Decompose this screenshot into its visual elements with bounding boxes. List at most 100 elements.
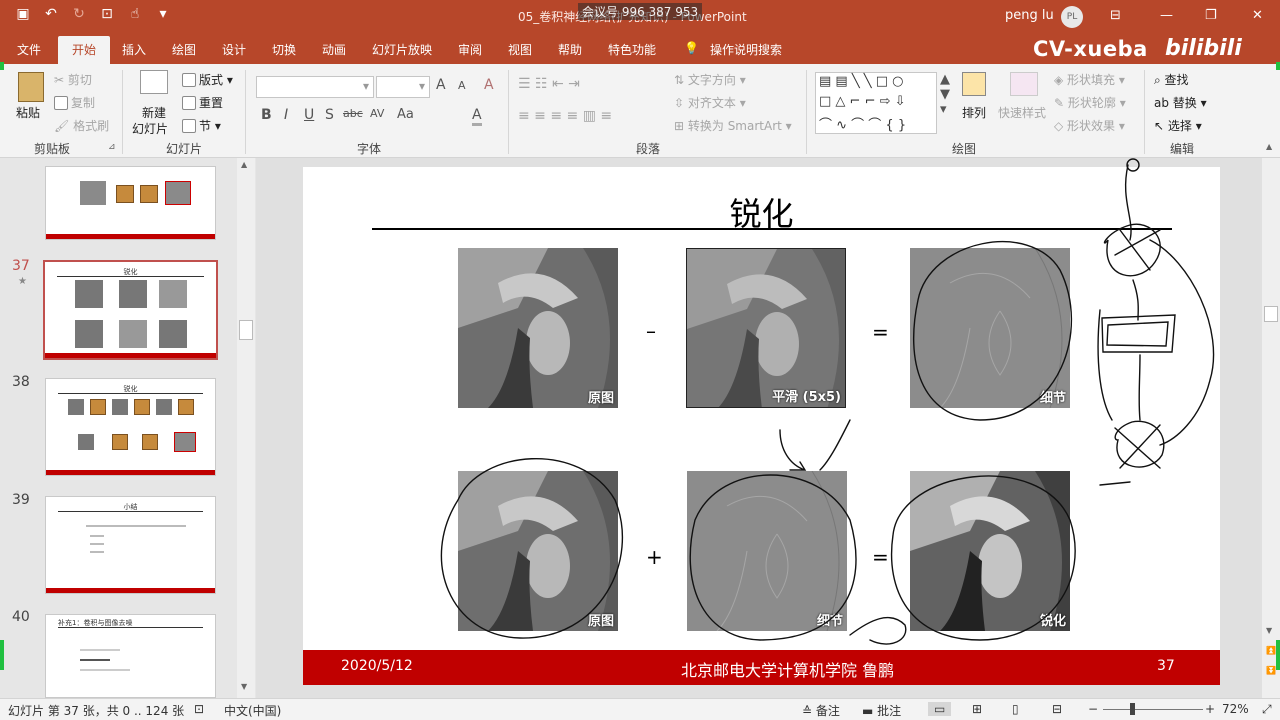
thumbnail-slide-36[interactable]	[45, 166, 216, 240]
tab-features[interactable]: 特色功能	[608, 41, 656, 58]
tab-help[interactable]: 帮助	[558, 41, 582, 58]
font-color-button[interactable]: A	[472, 107, 482, 126]
char-spacing-button[interactable]: AV	[370, 107, 384, 120]
font-size-select[interactable]: ▾	[376, 76, 430, 98]
touch-icon[interactable]: ☝	[126, 6, 144, 22]
select-button[interactable]: ↖ 选择 ▾	[1154, 117, 1202, 134]
scroll-up-icon[interactable]: ▲	[241, 160, 247, 169]
normal-view-icon[interactable]: ▭	[928, 702, 952, 716]
close-icon[interactable]: ✕	[1252, 8, 1263, 23]
paste-icon[interactable]	[18, 72, 44, 102]
section-button[interactable]: 节 ▾	[182, 117, 221, 134]
minimize-icon[interactable]: —	[1160, 8, 1173, 23]
user-name[interactable]: peng lu	[1005, 8, 1054, 23]
ribbon-display-icon[interactable]: ⊟	[1110, 8, 1121, 23]
tab-transitions[interactable]: 切换	[272, 41, 296, 58]
shadow-button[interactable]: S	[325, 107, 334, 123]
replace-button[interactable]: ab 替换 ▾	[1154, 94, 1207, 111]
clear-format-button[interactable]: A	[484, 77, 494, 93]
reading-view-icon[interactable]: ▯	[1012, 702, 1019, 716]
scroll-down-icon[interactable]: ▼	[1266, 626, 1272, 635]
tab-slideshow[interactable]: 幻灯片放映	[372, 41, 432, 58]
bullets-icon[interactable]: ☰ ☷ ⇤ ⇥	[518, 76, 580, 92]
new-slide-icon[interactable]	[140, 70, 168, 94]
format-painter-button[interactable]: 🖌 格式刷	[54, 117, 109, 134]
scroll-down-icon[interactable]: ▼	[241, 682, 247, 691]
tab-insert[interactable]: 插入	[122, 41, 146, 58]
shape-fill-button[interactable]: ◈ 形状填充 ▾	[1054, 71, 1125, 88]
scroll-up-icon[interactable]: ▲	[1266, 142, 1272, 151]
bold-button[interactable]: B	[261, 107, 272, 123]
quick-styles-button[interactable]: 快速样式	[998, 104, 1046, 121]
next-slide-icon[interactable]: ⏬	[1266, 666, 1276, 675]
font-family-select[interactable]: ▾	[256, 76, 374, 98]
zoom-level[interactable]: 72%	[1222, 702, 1249, 716]
thumbnail-scrollbar[interactable]: ▲ ▼	[237, 158, 255, 698]
spellcheck-icon[interactable]: ⊡	[194, 702, 204, 716]
scrollbar-thumb[interactable]	[1264, 306, 1278, 322]
language-indicator[interactable]: 中文(中国)	[224, 702, 281, 719]
gallery-scroll-icon[interactable]: ▲ ▼ ▾	[940, 72, 950, 117]
present-icon[interactable]: ⊡	[98, 6, 116, 22]
shrink-font-button[interactable]: A	[458, 79, 466, 92]
zoom-slider-thumb[interactable]	[1130, 703, 1135, 715]
slide-counter[interactable]: 幻灯片 第 37 张，共 0 .. 124 张	[8, 702, 184, 719]
copy-button[interactable]: 复制	[54, 94, 95, 111]
slideshow-icon[interactable]: ⊟	[1052, 702, 1062, 716]
tell-me-search[interactable]: 操作说明搜索	[710, 41, 782, 58]
tab-home[interactable]: 开始	[58, 36, 111, 64]
align-text-button[interactable]: ⇳ 对齐文本 ▾	[674, 94, 746, 111]
dialog-launcher-icon[interactable]: ⊿	[108, 142, 116, 152]
grow-font-button[interactable]: A	[436, 77, 446, 93]
zoom-out-icon[interactable]: −	[1088, 702, 1098, 716]
smartart-button[interactable]: ⊞ 转换为 SmartArt ▾	[674, 117, 792, 134]
thumbnail-slide-39[interactable]: 小结	[45, 496, 216, 594]
paste-button[interactable]: 粘贴	[16, 104, 40, 121]
detail-image-2[interactable]: 细节	[687, 471, 847, 631]
strikethrough-button[interactable]: abc	[343, 107, 363, 120]
align-icons[interactable]: ≡ ≡ ≡ ≡ ▥ ≡	[518, 108, 612, 124]
canvas-scrollbar[interactable]: ▲ ▼ ⏫ ⏬	[1262, 142, 1280, 698]
tab-view[interactable]: 视图	[508, 41, 532, 58]
thumbnail-slide-38[interactable]: 锐化	[45, 378, 216, 476]
quick-styles-icon[interactable]	[1010, 72, 1038, 96]
find-button[interactable]: ⌕ 查找	[1154, 71, 1189, 88]
thumbnail-slide-37[interactable]: 锐化	[43, 260, 218, 360]
avatar[interactable]: PL	[1061, 6, 1083, 28]
zoom-in-icon[interactable]: +	[1205, 702, 1215, 716]
new-slide-dropdown[interactable]: 幻灯片	[132, 120, 168, 137]
new-slide-button[interactable]: 新建	[142, 104, 166, 121]
shapes-gallery[interactable]: ▤ ▤ ╲ ╲ □ ○ □ △ ⌐ ⌐ ⇨ ⇩ ⌒ ∿ ⌒ ⌒ { }	[815, 72, 937, 134]
change-case-button[interactable]: Aa	[397, 107, 414, 122]
comments-button[interactable]: ▬ 批注	[862, 702, 901, 719]
shape-effects-button[interactable]: ◇ 形状效果 ▾	[1054, 117, 1125, 134]
italic-button[interactable]: I	[284, 107, 288, 123]
restore-icon[interactable]: ❐	[1205, 8, 1217, 23]
reset-button[interactable]: 重置	[182, 94, 223, 111]
underline-button[interactable]: U	[304, 107, 314, 123]
tab-design[interactable]: 设计	[222, 41, 246, 58]
tab-animations[interactable]: 动画	[322, 41, 346, 58]
scrollbar-thumb[interactable]	[239, 320, 253, 340]
fit-to-window-icon[interactable]: ⤢	[1262, 702, 1272, 717]
redo-icon[interactable]: ↻	[70, 6, 88, 22]
sharpened-image[interactable]: 锐化	[910, 471, 1070, 631]
smoothed-image[interactable]: 平滑 (5x5)	[686, 248, 846, 408]
detail-image[interactable]: 细节	[910, 248, 1070, 408]
original-image[interactable]: 原图	[458, 248, 618, 408]
shape-outline-button[interactable]: ✎ 形状轮廓 ▾	[1054, 94, 1126, 111]
arrange-button[interactable]: 排列	[962, 104, 986, 121]
layout-button[interactable]: 版式 ▾	[182, 71, 233, 88]
slide[interactable]: 锐化 原图 – 平滑 (5x5) = 细节 原图 + 细节 = 锐化 2020/…	[303, 167, 1220, 685]
zoom-slider[interactable]	[1103, 709, 1203, 710]
cut-button[interactable]: ✂ 剪切	[54, 71, 92, 88]
tab-file[interactable]: 文件	[17, 41, 41, 58]
slide-sorter-icon[interactable]: ⊞	[972, 702, 982, 716]
arrange-icon[interactable]	[962, 72, 986, 96]
notes-button[interactable]: ≙ 备注	[802, 702, 840, 719]
undo-icon[interactable]: ↶	[42, 6, 60, 22]
original-image-2[interactable]: 原图	[458, 471, 618, 631]
tab-review[interactable]: 审阅	[458, 41, 482, 58]
thumbnail-slide-40[interactable]: 补充1：卷积与图像去噪	[45, 614, 216, 698]
save-icon[interactable]: ▣	[14, 6, 32, 22]
